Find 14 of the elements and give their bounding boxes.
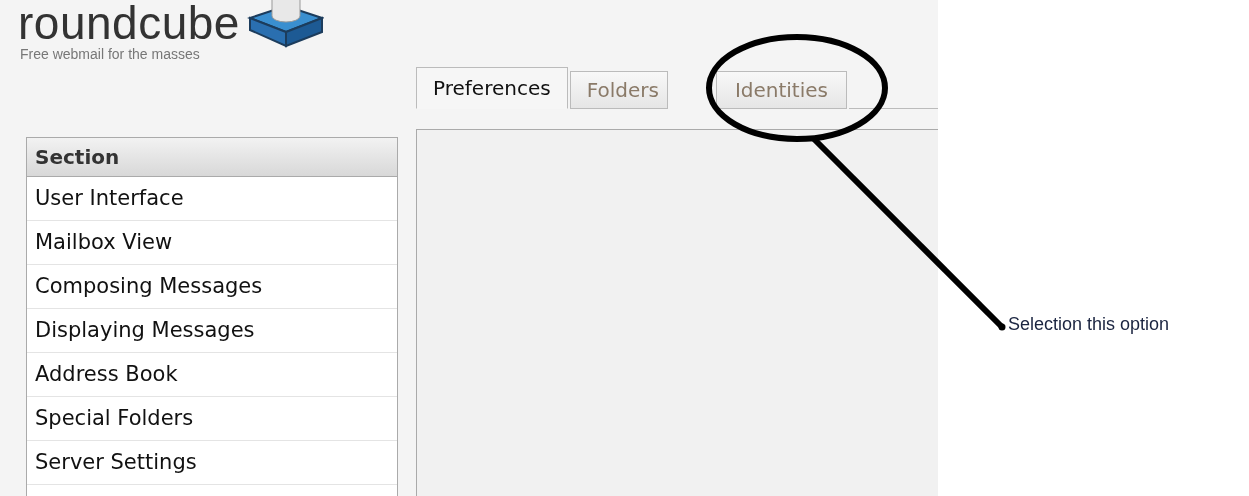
section-item[interactable]: User Interface <box>27 177 397 221</box>
section-item[interactable]: Address Book <box>27 353 397 397</box>
settings-tab[interactable]: Folders <box>569 71 668 109</box>
section-list-header: Section <box>27 138 397 177</box>
section-item[interactable]: Server Settings <box>27 441 397 485</box>
logo-tagline: Free webmail for the masses <box>20 46 201 62</box>
section-item[interactable]: Displaying Messages <box>27 309 397 353</box>
section-item[interactable]: Composing Messages <box>27 265 397 309</box>
logo-wordmark: roundcube <box>18 0 240 46</box>
settings-tab[interactable]: Preferences <box>416 67 568 109</box>
annotation-text: Selection this option <box>1008 314 1170 335</box>
section-item[interactable]: Mailbox View <box>27 221 397 265</box>
section-item[interactable]: Special Folders <box>27 397 397 441</box>
settings-tab[interactable]: Identities <box>715 71 847 109</box>
